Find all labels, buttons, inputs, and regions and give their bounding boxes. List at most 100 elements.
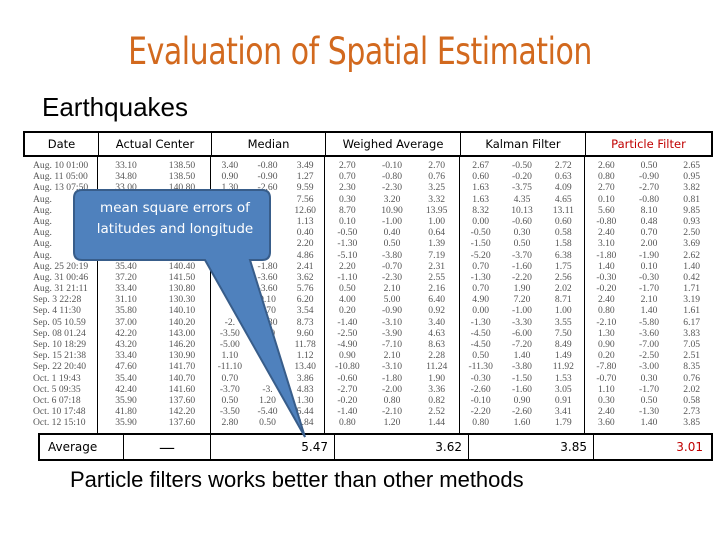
table-cell: 3.83 (683, 327, 701, 339)
table-row-particle: 0.30 0.50 0.58 (585, 395, 713, 406)
table-cell: -1.00 (382, 215, 402, 227)
table-cell: -2.20 (512, 271, 532, 283)
table-cell: 3.25 (428, 182, 446, 194)
table-cell: 1.75 (554, 260, 572, 272)
table-row-actual: 33.40 130.80 (98, 283, 210, 294)
table-cell: Oct. 5 09:35 (33, 383, 81, 395)
table-cell: 0.82 (428, 394, 446, 406)
slide-subtitle: Earthquakes (42, 92, 188, 122)
table-cell: 137.60 (168, 394, 196, 406)
table-cell: 9.85 (683, 204, 701, 216)
table-row-date: Aug. 25 20:19 (23, 261, 97, 272)
table-cell: 2.41 (296, 260, 314, 272)
table-cell: 2.52 (428, 406, 446, 418)
table-cell: 42.20 (115, 327, 137, 339)
table-row-date: Aug. 31 00:46 (23, 272, 97, 283)
table-cell: 4.86 (296, 249, 314, 261)
table-row-actual: 35.80 140.10 (98, 305, 210, 316)
table-cell: 0.70 (640, 227, 658, 239)
table-cell: 3.49 (296, 160, 314, 171)
table-cell: 0.50 (640, 394, 658, 406)
table-cell: -3.60 (257, 271, 278, 283)
table-cell: 2.72 (554, 160, 572, 171)
table-cell: -6.00 (512, 327, 532, 339)
table-cell: -3.60 (257, 283, 278, 295)
table-cell: 0.10 (338, 215, 356, 227)
table-cell: -0.70 (596, 372, 617, 384)
table-cell: 1.13 (296, 215, 314, 227)
table-cell: 0.80 (597, 305, 615, 317)
table-cell: 6.40 (428, 294, 446, 306)
table-cell: -1.90 (639, 249, 659, 261)
table-row-kalman: 0.70 1.90 2.02 (460, 283, 584, 294)
table-row-particle: 1.40 0.10 1.40 (585, 261, 713, 272)
table-row-date: Aug. 11 05:00 (23, 171, 97, 182)
table-cell: -1.80 (382, 372, 402, 384)
table-cell: -4.90 (337, 339, 358, 350)
table-cell: 8.71 (554, 294, 572, 306)
table-cell: -2.60 (470, 383, 491, 395)
table-cell: 130.90 (168, 350, 196, 362)
table-row-median: 1.30 -2.60 9.59 (211, 182, 324, 193)
table-cell: 140.10 (168, 305, 196, 317)
table-cell: 41.80 (115, 406, 137, 418)
table-cell: 11.78 (294, 339, 316, 350)
table-cell: 2.51 (683, 350, 701, 362)
table-cell (211, 261, 249, 272)
table-cell: Aug. 31 00:46 (33, 271, 89, 283)
header-date: Date (25, 133, 99, 155)
table-cell (98, 250, 154, 261)
table-cell: Sep. 05 10.59 (33, 316, 86, 328)
table-cell: Oct. 1 19:43 (33, 372, 81, 384)
table-row-weighed: -1.40 -2.10 2.52 (325, 406, 459, 417)
table-cell: -2.00 (382, 383, 402, 395)
table-cell: -0.70 (382, 260, 402, 272)
table-cell: -3.50 (219, 406, 240, 418)
table-cell: 13.95 (425, 204, 448, 216)
table-cell: 1.70 (259, 305, 276, 317)
table-cell: 141.70 (168, 361, 196, 373)
table-cell: 5.76 (296, 283, 314, 295)
table-cell: 35.80 (115, 305, 137, 317)
header-weighed-average: Weighed Average (326, 133, 461, 155)
table-cell: 141.50 (168, 271, 196, 283)
table-cell: 0.64 (428, 227, 446, 239)
table-cell: -0.50 (337, 227, 358, 239)
table-row-particle: 2.60 0.50 2.65 (585, 160, 713, 171)
table-row-date: Sep. 4 11:30 (23, 305, 97, 316)
table-row-kalman: -1.30 -2.20 2.56 (460, 272, 584, 283)
table-cell (249, 350, 287, 361)
table-row-weighed: 2.20 -0.70 2.31 (325, 261, 459, 272)
table-row-weighed: 8.70 10.90 13.95 (325, 205, 459, 216)
table-cell: -1.80 (257, 260, 278, 272)
table-cell: 0.20 (338, 305, 356, 317)
table-row-kalman: -4.50 -7.20 8.49 (460, 339, 584, 350)
table-cell: 9.60 (296, 327, 314, 339)
table-cell: 8.63 (428, 339, 446, 350)
table-cell: 0.80 (383, 394, 401, 406)
table-row-kalman: 0.50 1.40 1.49 (460, 350, 584, 361)
table-row-date: Aug. 10 01:00 (23, 160, 97, 171)
table-row-date: Sep. 05 10.59 (23, 317, 97, 328)
table-cell: Oct. 6 07:18 (33, 394, 81, 406)
table-cell: -2.30 (382, 271, 402, 283)
average-kalman-filter: 3.85 (469, 435, 594, 459)
table-row-date: Sep. 10 18:29 (23, 339, 97, 350)
table-cell: 140.40 (168, 260, 196, 272)
table-cell: -4.50 (470, 327, 491, 339)
table-row-date: Oct. 12 15:10 (23, 417, 97, 428)
table-cell: -4.50 (470, 339, 491, 350)
table-cell: 1.39 (428, 238, 446, 250)
table-cell: 2.70 (428, 160, 446, 171)
table-cell: -3.75 (512, 182, 532, 194)
table-row-kalman: 1.63 -3.75 4.09 (460, 182, 584, 193)
table-cell: 8.10 (640, 204, 658, 216)
table-cell: -3.70 (512, 249, 532, 261)
table-cell: 1.63 (472, 193, 490, 205)
table-cell: 31.10 (115, 294, 137, 306)
table-cell: 0.90 (513, 394, 531, 406)
table-cell: 2.40 (597, 294, 615, 306)
table-cell: 1.90 (513, 283, 531, 295)
table-row-particle: 2.40 0.70 2.50 (585, 227, 713, 238)
table-row-date: Oct. 5 09:35 (23, 384, 97, 395)
